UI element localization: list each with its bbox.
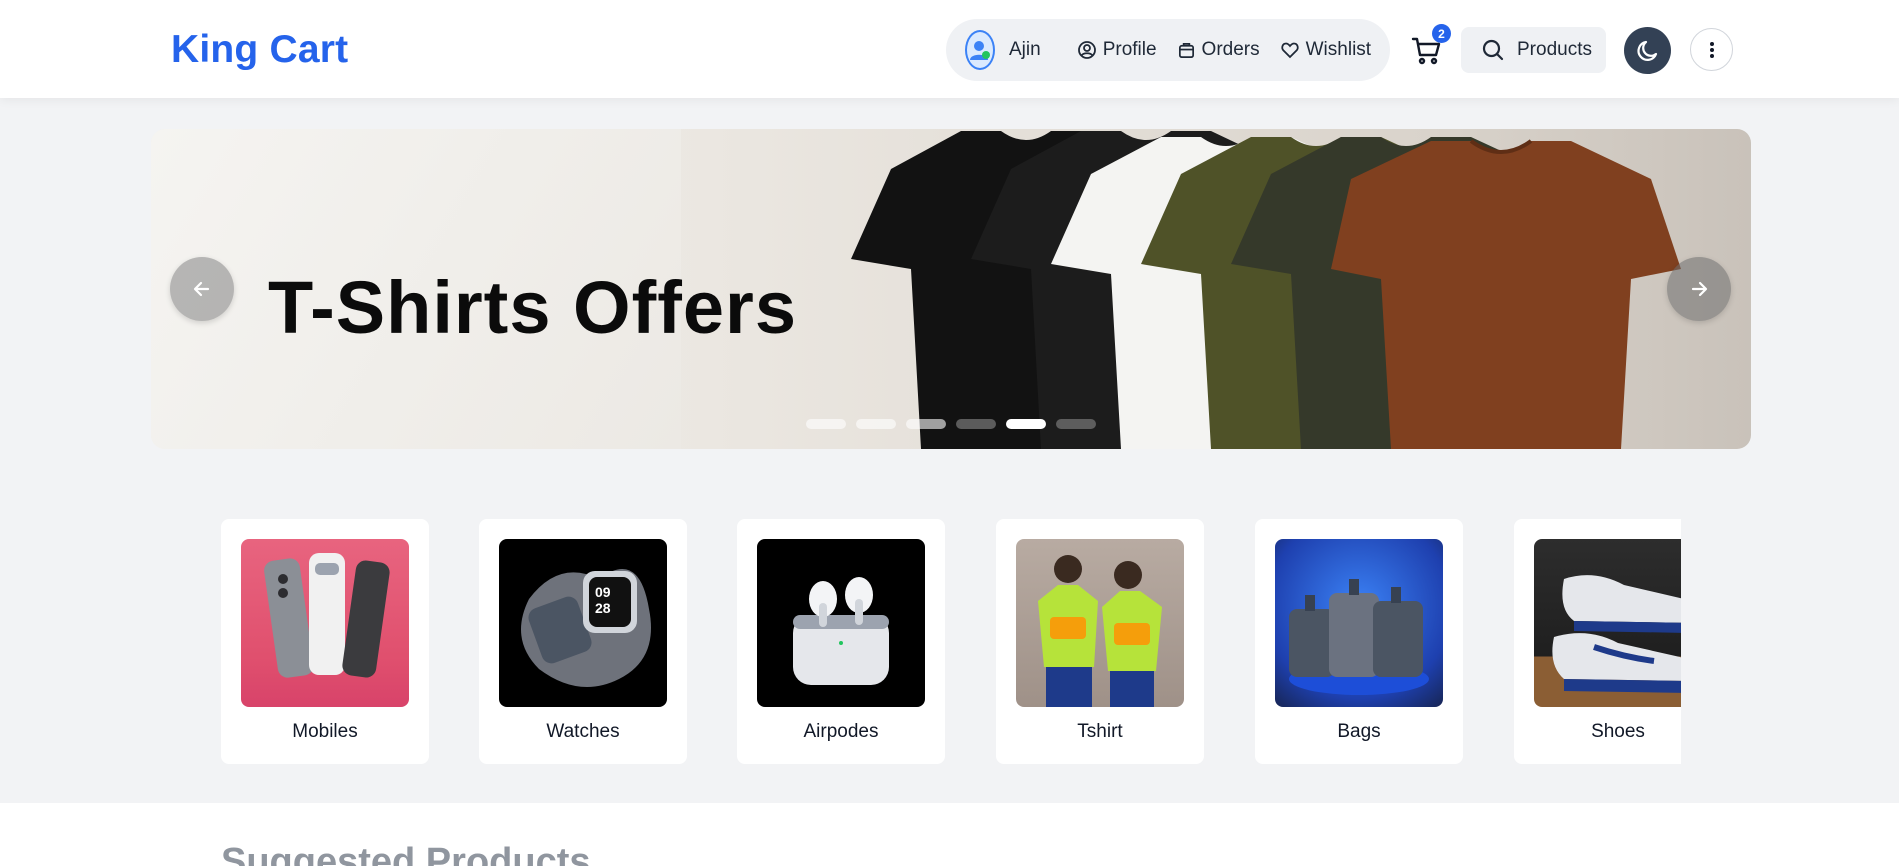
search-icon (1482, 39, 1504, 61)
category-label: Airpodes (803, 721, 879, 742)
category-card-tshirt[interactable]: Tshirt (996, 519, 1204, 764)
svg-text:09: 09 (595, 584, 611, 600)
carousel-dot-4[interactable] (956, 419, 996, 429)
orders-link-label: Orders (1201, 39, 1260, 60)
svg-text:28: 28 (595, 600, 611, 616)
category-list: Mobiles 09 28 Watches Airpodes Tshirt Ba… (221, 519, 1681, 764)
bag-icon (1178, 42, 1194, 58)
carousel-dot-6[interactable] (1056, 419, 1096, 429)
user-name[interactable]: Ajin (1009, 39, 1041, 61)
profile-link-label: Profile (1102, 39, 1157, 60)
tshirt-image (1016, 539, 1184, 707)
category-label: Mobiles (292, 721, 358, 742)
moon-icon (1637, 40, 1657, 61)
carousel-dot-3[interactable] (906, 419, 946, 429)
user-nav-pill: Ajin Profile Orders Wishlist (946, 19, 1390, 81)
category-label: Shoes (1591, 721, 1645, 742)
arrow-right-icon (1691, 281, 1708, 297)
carousel-dot-1[interactable] (806, 419, 846, 429)
bags-image (1275, 539, 1443, 707)
category-label: Bags (1337, 721, 1381, 742)
cart-count-badge: 2 (1432, 24, 1451, 43)
category-card-shoes[interactable]: Shoes (1514, 519, 1681, 764)
suggested-products-title: Suggested Products (221, 841, 591, 866)
orders-link[interactable]: Orders (1177, 39, 1260, 61)
theme-toggle-button[interactable] (1624, 27, 1671, 74)
category-card-bags[interactable]: Bags (1255, 519, 1463, 764)
category-card-watches[interactable]: 09 28 Watches (479, 519, 687, 764)
search-products-button[interactable]: Products (1461, 27, 1606, 73)
category-card-mobiles[interactable]: Mobiles (221, 519, 429, 764)
banner-title: T-Shirts Offers (268, 266, 797, 349)
promo-banner-carousel[interactable]: T-Shirts Offers (151, 129, 1751, 449)
carousel-dot-5[interactable] (1006, 419, 1046, 429)
category-card-airpodes[interactable]: Airpodes (737, 519, 945, 764)
user-avatar-icon[interactable] (965, 30, 995, 70)
top-navbar: King Cart Ajin Profile Orders Wishlist 2… (0, 0, 1899, 98)
search-button-label: Products (1517, 39, 1592, 60)
suggested-products-section: Suggested Products (0, 803, 1899, 866)
airpodes-image (757, 539, 925, 707)
wishlist-link[interactable]: Wishlist (1280, 39, 1371, 61)
category-label: Watches (546, 721, 620, 742)
carousel-prev-button[interactable] (170, 257, 234, 321)
more-options-button[interactable] (1690, 28, 1733, 71)
tshirts-banner-image (851, 131, 1681, 449)
wishlist-link-label: Wishlist (1305, 39, 1372, 60)
more-vertical-icon (1709, 41, 1714, 58)
user-circle-icon (1077, 41, 1096, 59)
carousel-next-button[interactable] (1667, 257, 1731, 321)
carousel-indicators (806, 419, 1106, 429)
arrow-left-icon (193, 281, 210, 297)
brand-logo[interactable]: King Cart (171, 28, 348, 72)
shoes-image (1534, 539, 1681, 707)
watches-image: 09 28 (499, 539, 667, 707)
heart-icon (1280, 42, 1299, 59)
category-label: Tshirt (1077, 721, 1123, 742)
mobiles-image (241, 539, 409, 707)
carousel-dot-2[interactable] (856, 419, 896, 429)
profile-link[interactable]: Profile (1077, 39, 1157, 61)
